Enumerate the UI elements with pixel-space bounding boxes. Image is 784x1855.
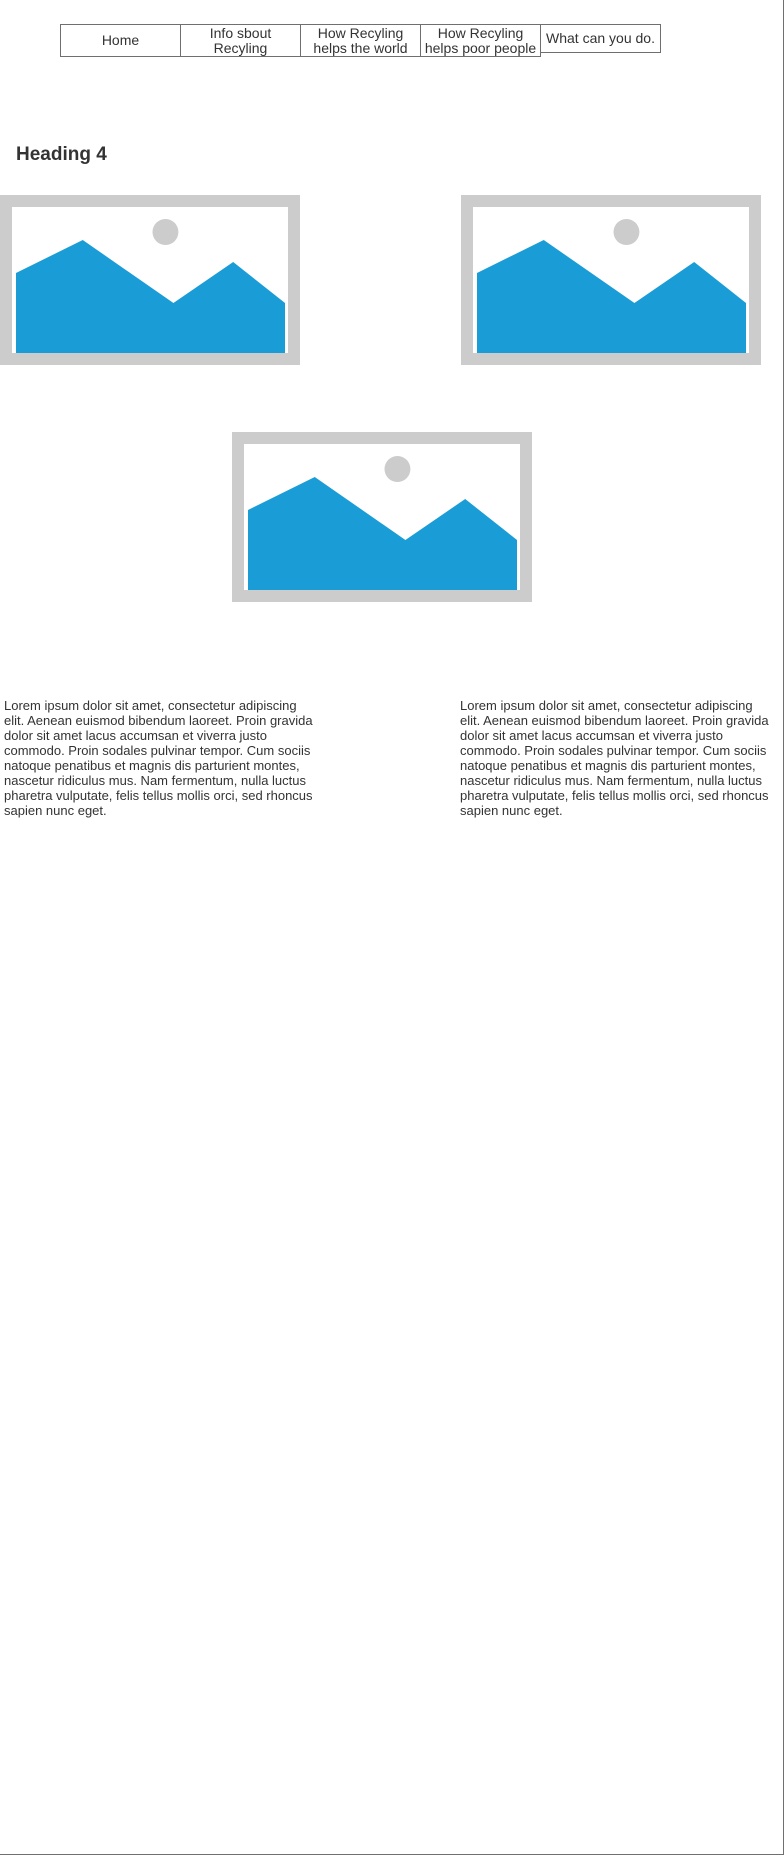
image-placeholder-3 — [232, 432, 532, 602]
image-placeholder-icon — [477, 219, 746, 353]
image-placeholder-icon — [16, 219, 285, 353]
nav-item-what-can-you-do[interactable]: What can you do. — [540, 24, 661, 53]
section-heading: Heading 4 — [16, 144, 107, 165]
main-nav: Home Info sbout Recyling How Recyling he… — [60, 24, 661, 57]
image-placeholder-2 — [461, 195, 761, 365]
nav-item-recycling-helps-poor[interactable]: How Recyling helps poor people — [420, 24, 541, 57]
body-paragraph-left: Lorem ipsum dolor sit amet, consectetur … — [4, 698, 313, 818]
nav-item-info-about-recycling[interactable]: Info sbout Recyling — [180, 24, 301, 57]
nav-item-recycling-helps-world[interactable]: How Recyling helps the world — [300, 24, 421, 57]
nav-item-home[interactable]: Home — [60, 24, 181, 57]
image-placeholder-icon — [248, 456, 517, 590]
body-paragraph-right: Lorem ipsum dolor sit amet, consectetur … — [460, 698, 769, 818]
image-placeholder-1 — [0, 195, 300, 365]
